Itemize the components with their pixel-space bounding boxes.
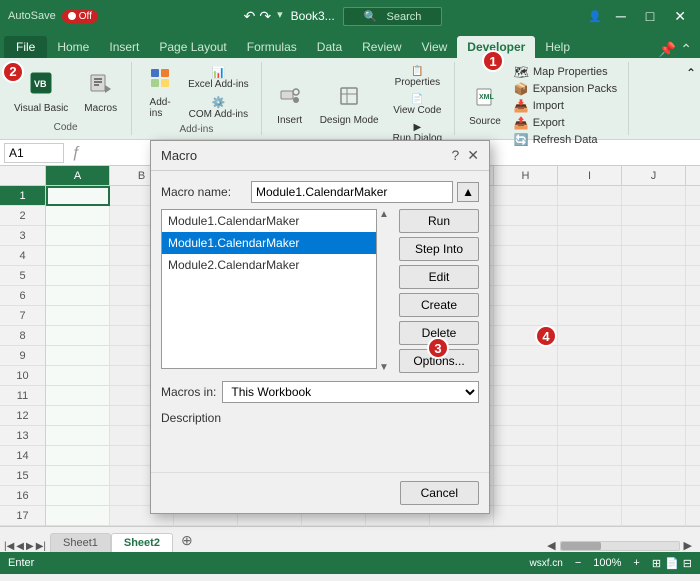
macro-name-row: Macro name: ▲	[161, 181, 479, 203]
modal-footer: Cancel	[151, 472, 489, 513]
macro-item-0[interactable]: Module1.CalendarMaker	[162, 210, 376, 232]
macro-list-section: Module1.CalendarMaker Module1.CalendarMa…	[161, 209, 391, 373]
step-into-button[interactable]: Step Into	[399, 237, 479, 261]
macro-name-ok-button[interactable]: ▲	[457, 182, 479, 202]
description-section: Description	[161, 411, 479, 462]
macro-dialog: 1 Macro ? ✕ Macro name: ▲ Module1.Calend…	[150, 140, 490, 514]
modal-body: Macro name: ▲ Module1.CalendarMaker Modu…	[151, 171, 489, 472]
modal-close-button[interactable]: ✕	[467, 147, 479, 164]
step3-badge: 3	[427, 337, 449, 359]
macro-list-container: Module1.CalendarMaker Module1.CalendarMa…	[161, 209, 479, 373]
macro-item-2[interactable]: Module2.CalendarMaker	[162, 254, 376, 276]
modal-titlebar: Macro ? ✕	[151, 141, 489, 171]
macro-list[interactable]: Module1.CalendarMaker Module1.CalendarMa…	[161, 209, 377, 369]
modal-overlay: 1 Macro ? ✕ Macro name: ▲ Module1.Calend…	[0, 0, 700, 581]
scroll-up-arrow[interactable]: ▲	[379, 209, 391, 220]
macros-in-row: Macros in: This Workbook	[161, 381, 479, 403]
macros-in-label: Macros in:	[161, 385, 216, 399]
macro-name-input[interactable]	[251, 181, 453, 203]
step4-badge: 4	[535, 325, 557, 347]
modal-question-button[interactable]: ?	[451, 147, 459, 164]
modal-controls: ? ✕	[451, 147, 479, 164]
macros-in-select[interactable]: This Workbook	[222, 381, 479, 403]
scroll-down-arrow[interactable]: ▼	[379, 362, 391, 373]
list-scrollbar[interactable]: ▲ ▼	[379, 209, 391, 373]
edit-button[interactable]: Edit	[399, 265, 479, 289]
modal-title: Macro	[161, 148, 197, 163]
macro-name-label: Macro name:	[161, 185, 251, 199]
description-textarea[interactable]	[161, 429, 479, 459]
cancel-button[interactable]: Cancel	[400, 481, 479, 505]
run-button[interactable]: Run	[399, 209, 479, 233]
macro-item-1[interactable]: Module1.CalendarMaker	[162, 232, 376, 254]
description-label: Description	[161, 411, 479, 425]
step2-badge: 2	[2, 61, 24, 83]
create-button[interactable]: Create	[399, 293, 479, 317]
step1-badge: 1	[482, 50, 504, 72]
